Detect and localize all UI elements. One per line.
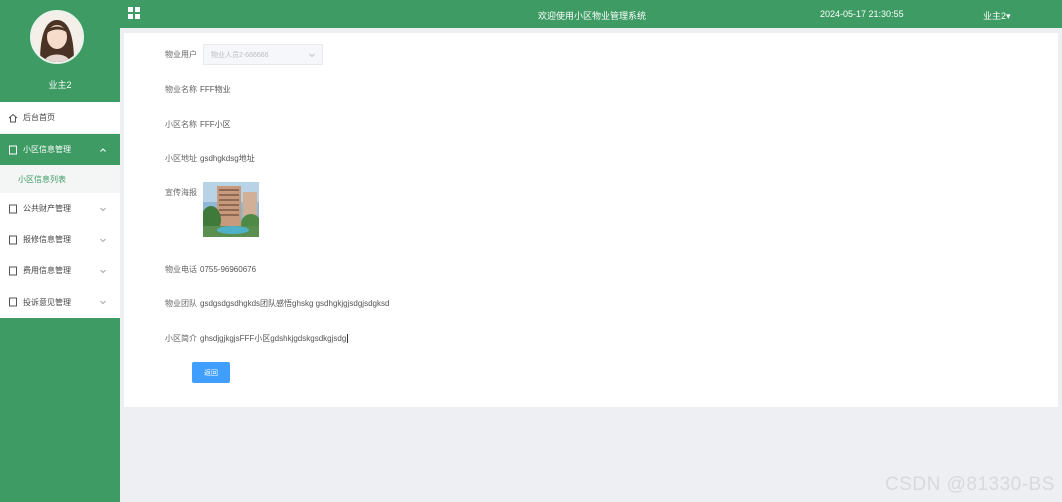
sidebar-item-label: 费用信息管理 <box>23 266 71 275</box>
sidebar-item-label: 投诉意见管理 <box>23 297 71 307</box>
username: 业主2 <box>48 80 72 90</box>
sidebar-item-community-list[interactable]: 小区信息列表 <box>0 165 120 193</box>
document-icon <box>8 145 18 155</box>
sidebar-item-community-mgmt[interactable]: 小区信息管理 <box>0 134 120 165</box>
form-label: 物业名称 <box>165 85 197 94</box>
document-icon <box>8 266 18 276</box>
caret-down-icon: ▾ <box>1006 11 1011 21</box>
form-label: 小区地址 <box>165 154 197 163</box>
phone-value: 0755-96960676 <box>200 265 257 274</box>
property-name-value: FFF物业 <box>200 85 231 94</box>
form-row-community-name: 小区名称 FFF小区 <box>124 119 231 130</box>
sidebar-menu: 后台首页 小区信息管理 小区信息列表 公共财产管理 报修信息管理 费用信息管理 … <box>0 102 120 318</box>
form-row-property-name: 物业名称 FFF物业 <box>124 84 231 95</box>
chevron-down-icon <box>98 297 108 307</box>
datetime-display: 2024-05-17 21:30:55 <box>820 9 904 19</box>
chevron-down-icon <box>98 266 108 276</box>
form-row-community-address: 小区地址 gsdhgkdsg地址 <box>124 153 255 164</box>
document-icon <box>8 235 18 245</box>
form-label: 物业电话 <box>165 265 197 274</box>
sidebar-item-label: 小区信息列表 <box>18 174 66 184</box>
form-label: 宣传海报 <box>165 188 197 197</box>
sidebar-item-home[interactable]: 后台首页 <box>0 102 120 134</box>
top-bar: 欢迎使用小区物业管理系统 2024-05-17 21:30:55 业主2▾ <box>120 0 1062 28</box>
chevron-down-icon <box>98 235 108 245</box>
sidebar-item-label: 小区信息管理 <box>23 145 71 154</box>
sidebar-item-label: 报修信息管理 <box>23 235 71 244</box>
back-button[interactable]: 返回 <box>192 362 230 383</box>
form-label: 物业用户 <box>165 50 197 59</box>
avatar[interactable] <box>30 10 84 64</box>
sidebar: 业主2 后台首页 小区信息管理 小区信息列表 公共财产管理 报修信息管理 费用信… <box>0 0 120 502</box>
profile-area: 业主2 <box>0 0 120 102</box>
chevron-down-icon <box>98 204 108 214</box>
user-dropdown[interactable]: 业主2▾ <box>983 9 1011 22</box>
intro-value: ghsdjgjkgjsFFF小区gdshkjgdskgsdkgjsdg <box>200 334 347 343</box>
sidebar-item-public-assets[interactable]: 公共财产管理 <box>0 193 120 224</box>
chevron-down-icon <box>308 51 316 59</box>
sidebar-item-complaints[interactable]: 投诉意见管理 <box>0 286 120 318</box>
watermark: CSDN @81330-BS <box>885 474 1055 495</box>
welcome-text: 欢迎使用小区物业管理系统 <box>538 11 647 21</box>
sidebar-item-label: 后台首页 <box>23 113 55 122</box>
home-icon <box>8 113 18 123</box>
property-user-select[interactable]: 物业人员2-666666 <box>203 44 323 65</box>
detail-card: 物业用户 物业人员2-666666 物业名称 FFF物业 小区名称 FFF小区 … <box>124 33 1058 407</box>
form-label: 小区名称 <box>165 120 197 129</box>
form-row-property-user: 物业用户 <box>124 44 200 65</box>
user-name: 业主2 <box>983 11 1007 21</box>
community-name-value: FFF小区 <box>200 120 231 129</box>
document-icon <box>8 297 18 307</box>
promo-image[interactable] <box>203 182 259 237</box>
form-label: 小区简介 <box>165 334 197 343</box>
select-value: 物业人员2-666666 <box>211 51 269 59</box>
sidebar-item-fees[interactable]: 费用信息管理 <box>0 255 120 286</box>
sidebar-item-repair[interactable]: 报修信息管理 <box>0 224 120 255</box>
chevron-up-icon <box>98 145 108 155</box>
sidebar-item-label: 公共财产管理 <box>23 204 71 213</box>
grid-menu-icon[interactable] <box>128 7 140 19</box>
team-value: gsdgsdgsdhgkds团队感悟ghskg gsdhgkjgjsdgjsdg… <box>200 299 390 308</box>
community-address-value: gsdhgkdsg地址 <box>200 154 255 163</box>
form-row-team: 物业团队 gsdgsdgsdhgkds团队感悟ghskg gsdhgkjgjsd… <box>124 298 389 309</box>
form-row-intro: 小区简介 ghsdjgjkgjsFFF小区gdshkjgdskgsdkgjsdg <box>124 333 349 344</box>
form-label: 物业团队 <box>165 299 197 308</box>
form-row-phone: 物业电话 0755-96960676 <box>124 264 256 275</box>
form-row-promo-image: 宣传海报 <box>124 187 200 198</box>
document-icon <box>8 204 18 214</box>
text-cursor <box>347 334 349 343</box>
